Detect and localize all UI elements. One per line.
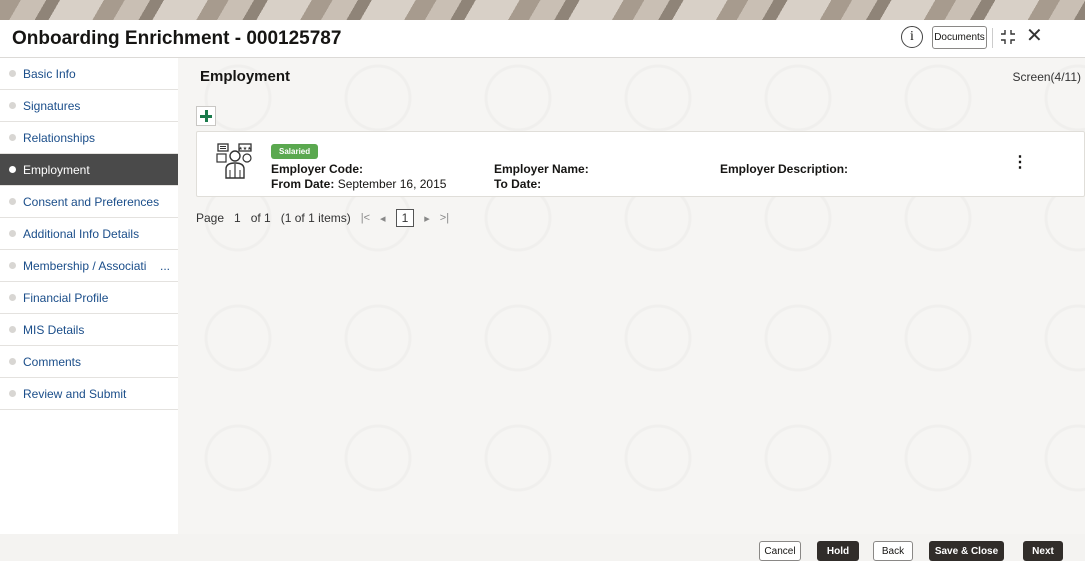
hold-button[interactable]: Hold [817,541,859,561]
decorative-banner [0,0,1085,20]
expand-icon[interactable] [1000,29,1016,45]
sidebar-item-label: MIS Details [23,322,85,337]
employer-description-label: Employer Description: [720,162,849,176]
status-dot-icon [9,390,16,397]
page-number: 1 [234,211,241,225]
sidebar-item-review-submit[interactable]: Review and Submit [0,378,178,410]
employer-description-field: Employer Description: [720,162,848,176]
prev-page-icon[interactable]: ◂ [380,212,386,225]
employer-code-label: Employer Code: [271,162,364,176]
sidebar-item-employment[interactable]: Employment [0,154,178,186]
from-date-field: From Date: September 16, 2015 [271,177,446,191]
status-dot-icon [9,294,16,301]
status-dot-icon [9,70,16,77]
sidebar-item-label: Comments [23,354,82,369]
status-dot-icon [9,326,16,333]
employer-name-field: Employer Name: [494,162,589,176]
from-date-value: September 16, 2015 [337,177,447,191]
truncation-ellipsis: ... [160,259,171,273]
sidebar-item-relationships[interactable]: Relationships [0,122,178,154]
next-page-icon[interactable]: ▸ [424,212,430,225]
sidebar-item-comments[interactable]: Comments [0,346,178,378]
screen-counter: Screen(4/11) [1012,70,1081,84]
employment-card[interactable]: ★★★ Salaried Employer Code: From Date: S… [196,131,1085,197]
sidebar-item-financial-profile[interactable]: Financial Profile [0,282,178,314]
from-date-label: From Date: [271,177,335,191]
sidebar-item-additional-info[interactable]: Additional Info Details [0,218,178,250]
sidebar-item-mis-details[interactable]: MIS Details [0,314,178,346]
kebab-menu-icon[interactable]: ⋮ [1012,155,1028,171]
page-of-total: of 1 [250,211,271,225]
status-dot-icon [9,230,16,237]
first-page-icon[interactable]: |< [361,212,370,224]
sidebar-item-membership[interactable]: Membership / Associati ... [0,250,178,282]
sidebar-item-label: Basic Info [23,66,76,81]
status-dot-icon [9,134,16,141]
page-title: Onboarding Enrichment - 000125787 [12,28,342,49]
cancel-button[interactable]: Cancel [759,541,801,561]
to-date-field: To Date: [494,177,541,191]
sidebar-item-signatures[interactable]: Signatures [0,90,178,122]
employer-name-label: Employer Name: [494,162,589,176]
next-button[interactable]: Next [1023,541,1063,561]
to-date-label: To Date: [494,177,542,191]
documents-button[interactable]: Documents [932,26,987,49]
svg-text:★★★: ★★★ [238,146,252,152]
save-close-button[interactable]: Save & Close [929,541,1004,561]
employee-icon: ★★★ [216,143,252,179]
status-dot-icon [9,166,16,173]
sidebar-item-label: Additional Info Details [23,226,140,241]
footer-actions: Cancel Hold Back Save & Close Next [0,534,1085,561]
back-button[interactable]: Back [873,541,913,561]
current-page-button[interactable]: 1 [395,209,415,227]
page-header: Onboarding Enrichment - 000125787 i Docu… [0,20,1085,58]
employment-type-badge: Salaried [271,144,319,159]
page-label: Page [196,211,225,225]
add-employment-button[interactable] [196,106,216,126]
sidebar-item-label: Signatures [23,98,81,113]
sidebar-item-label: Financial Profile [23,290,109,305]
employer-code-field: Employer Code: [271,162,363,176]
header-divider [992,28,993,48]
sidebar-item-label: Review and Submit [23,386,127,401]
sidebar-item-label: Membership / Associati [23,258,147,273]
info-icon[interactable]: i [901,26,923,48]
sidebar-item-basic-info[interactable]: Basic Info [0,58,178,90]
status-dot-icon [9,262,16,269]
main-content: Employment Screen(4/11) ★★★ Salaried Emp… [178,58,1085,534]
section-title: Employment [200,68,291,85]
sidebar-item-label: Employment [23,162,90,177]
sidebar-item-label: Relationships [23,130,96,145]
pagination: Page 1 of 1 (1 of 1 items) |< ◂ 1 ▸ >| [196,209,449,227]
last-page-icon[interactable]: >| [440,212,449,224]
close-icon[interactable]: ✕ [1026,26,1043,46]
items-summary: (1 of 1 items) [280,211,351,225]
status-dot-icon [9,358,16,365]
status-dot-icon [9,198,16,205]
sidebar-item-label: Consent and Preferences [23,194,160,209]
status-dot-icon [9,102,16,109]
sidebar-item-consent-preferences[interactable]: Consent and Preferences [0,186,178,218]
sidebar-nav: Basic Info Signatures Relationships Empl… [0,58,178,534]
